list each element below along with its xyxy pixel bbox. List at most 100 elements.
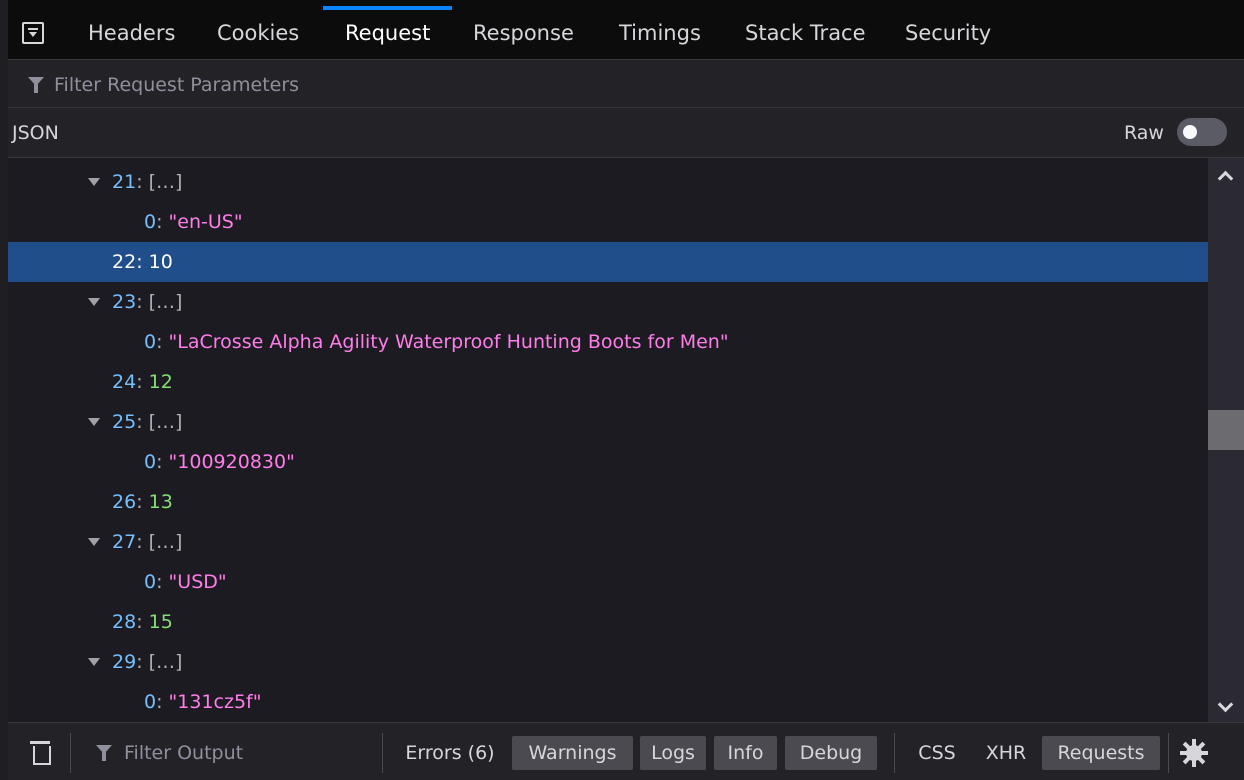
tree-row-child[interactable]: 0: "en-US" [8,202,1208,242]
filter-css-button[interactable]: CSS [908,736,966,770]
tree-key: 0 [144,331,157,353]
json-section-header: JSON Raw [8,108,1244,158]
tree-key: 27 [112,531,137,553]
tree-value: "131cz5f" [168,691,262,713]
tree-row[interactable]: 25: […] [8,402,1208,442]
filter-info-button[interactable]: Info [714,736,777,770]
chevron-down-icon[interactable] [1218,700,1232,714]
expand-twisty-icon[interactable] [88,298,100,306]
tree-key: 28 [112,611,137,633]
raw-toggle-switch[interactable] [1177,118,1227,146]
tree-key: 21 [112,171,137,193]
tree-entry: 0: "100920830" [144,442,295,482]
tree-entry: 21: […] [112,162,182,202]
toolbar-divider [382,733,383,773]
key-separator: : [156,331,169,353]
tree-entry: 22: 10 [112,242,173,282]
key-separator: : [136,491,149,513]
gear-icon[interactable] [1180,739,1208,767]
request-filter-bar [8,60,1244,108]
tree-row[interactable]: 26: 13 [8,482,1208,522]
tree-row[interactable]: 21: […] [8,162,1208,202]
scrollbar-thumb[interactable] [1208,410,1244,450]
tree-row-child[interactable]: 0: "100920830" [8,442,1208,482]
tree-row[interactable]: 22: 10 [8,242,1208,282]
toolbar-divider [894,733,895,773]
filter-errors-button[interactable]: Errors (6) [400,736,500,770]
key-separator: : [136,611,149,633]
tree-value: "en-US" [168,211,243,233]
tree-entry: 0: "131cz5f" [144,682,262,722]
tree-key: 24 [112,371,137,393]
tree-key: 0 [144,571,157,593]
filter-output-input[interactable] [124,739,374,767]
tree-value: […] [148,171,183,193]
tree-entry: 26: 13 [112,482,173,522]
tab-stack-trace[interactable]: Stack Trace [745,0,866,60]
tree-value: 15 [148,611,173,633]
key-separator: : [156,571,169,593]
tree-entry: 27: […] [112,522,182,562]
filter-warnings-button[interactable]: Warnings [512,736,633,770]
tree-value: 10 [148,251,173,273]
tree-row[interactable]: 23: […] [8,282,1208,322]
tree-value: […] [148,411,183,433]
key-separator: : [136,291,149,313]
tab-response[interactable]: Response [473,0,574,60]
tree-value: […] [148,651,183,673]
expand-twisty-icon[interactable] [88,658,100,666]
tree-row-child[interactable]: 0: "USD" [8,562,1208,602]
tree-key: 23 [112,291,137,313]
tree-entry: 25: […] [112,402,182,442]
tab-cookies[interactable]: Cookies [217,0,299,60]
key-separator: : [156,211,169,233]
key-separator: : [136,531,149,553]
tab-request[interactable]: Request [322,0,453,60]
expand-twisty-icon[interactable] [88,418,100,426]
tree-row-child[interactable]: 0: "LaCrosse Alpha Agility Waterproof Hu… [8,322,1208,362]
tree-value: "USD" [168,571,227,593]
network-request-panel: Headers Cookies Request Response Timings… [8,0,1244,780]
tree-row-child[interactable]: 0: "131cz5f" [8,682,1208,722]
raw-toggle-label: Raw [1124,122,1164,144]
tree-row[interactable]: 24: 12 [8,362,1208,402]
tab-headers[interactable]: Headers [88,0,175,60]
funnel-icon [28,77,44,93]
tree-value: 12 [148,371,173,393]
tree-row[interactable]: 27: […] [8,522,1208,562]
key-separator: : [156,691,169,713]
json-section-title: JSON [12,122,59,144]
gear-ring [1186,745,1202,761]
tree-entry: 29: […] [112,642,182,682]
vertical-scrollbar[interactable] [1208,158,1244,722]
tree-row[interactable]: 28: 15 [8,602,1208,642]
key-separator: : [136,371,149,393]
tree-entry: 24: 12 [112,362,173,402]
tree-key: 0 [144,451,157,473]
tab-security[interactable]: Security [905,0,991,60]
tree-key: 26 [112,491,137,513]
filter-requests-button[interactable]: Requests [1042,736,1160,770]
tree-key: 0 [144,691,157,713]
dock-toggle-icon[interactable] [22,22,44,44]
filter-xhr-button[interactable]: XHR [974,736,1038,770]
trash-icon[interactable] [30,741,51,765]
toolbar-divider [1168,733,1169,773]
tree-value: […] [148,531,183,553]
key-separator: : [156,451,169,473]
key-separator: : [136,251,149,273]
tab-timings[interactable]: Timings [619,0,701,60]
expand-twisty-icon[interactable] [88,178,100,186]
tree-entry: 0: "en-US" [144,202,243,242]
tree-value: "100920830" [168,451,295,473]
filter-request-parameters-input[interactable] [54,72,954,98]
tree-row[interactable]: 29: […] [8,642,1208,682]
tree-value: 13 [148,491,173,513]
json-tree: 21: […] 0: "en-US" 22: 10 23: […] 0: "LaCros… [8,162,1208,722]
tree-value: […] [148,291,183,313]
tree-entry: 28: 15 [112,602,173,642]
expand-twisty-icon[interactable] [88,538,100,546]
chevron-up-icon[interactable] [1218,168,1232,182]
filter-logs-button[interactable]: Logs [640,736,706,770]
filter-debug-button[interactable]: Debug [785,736,877,770]
